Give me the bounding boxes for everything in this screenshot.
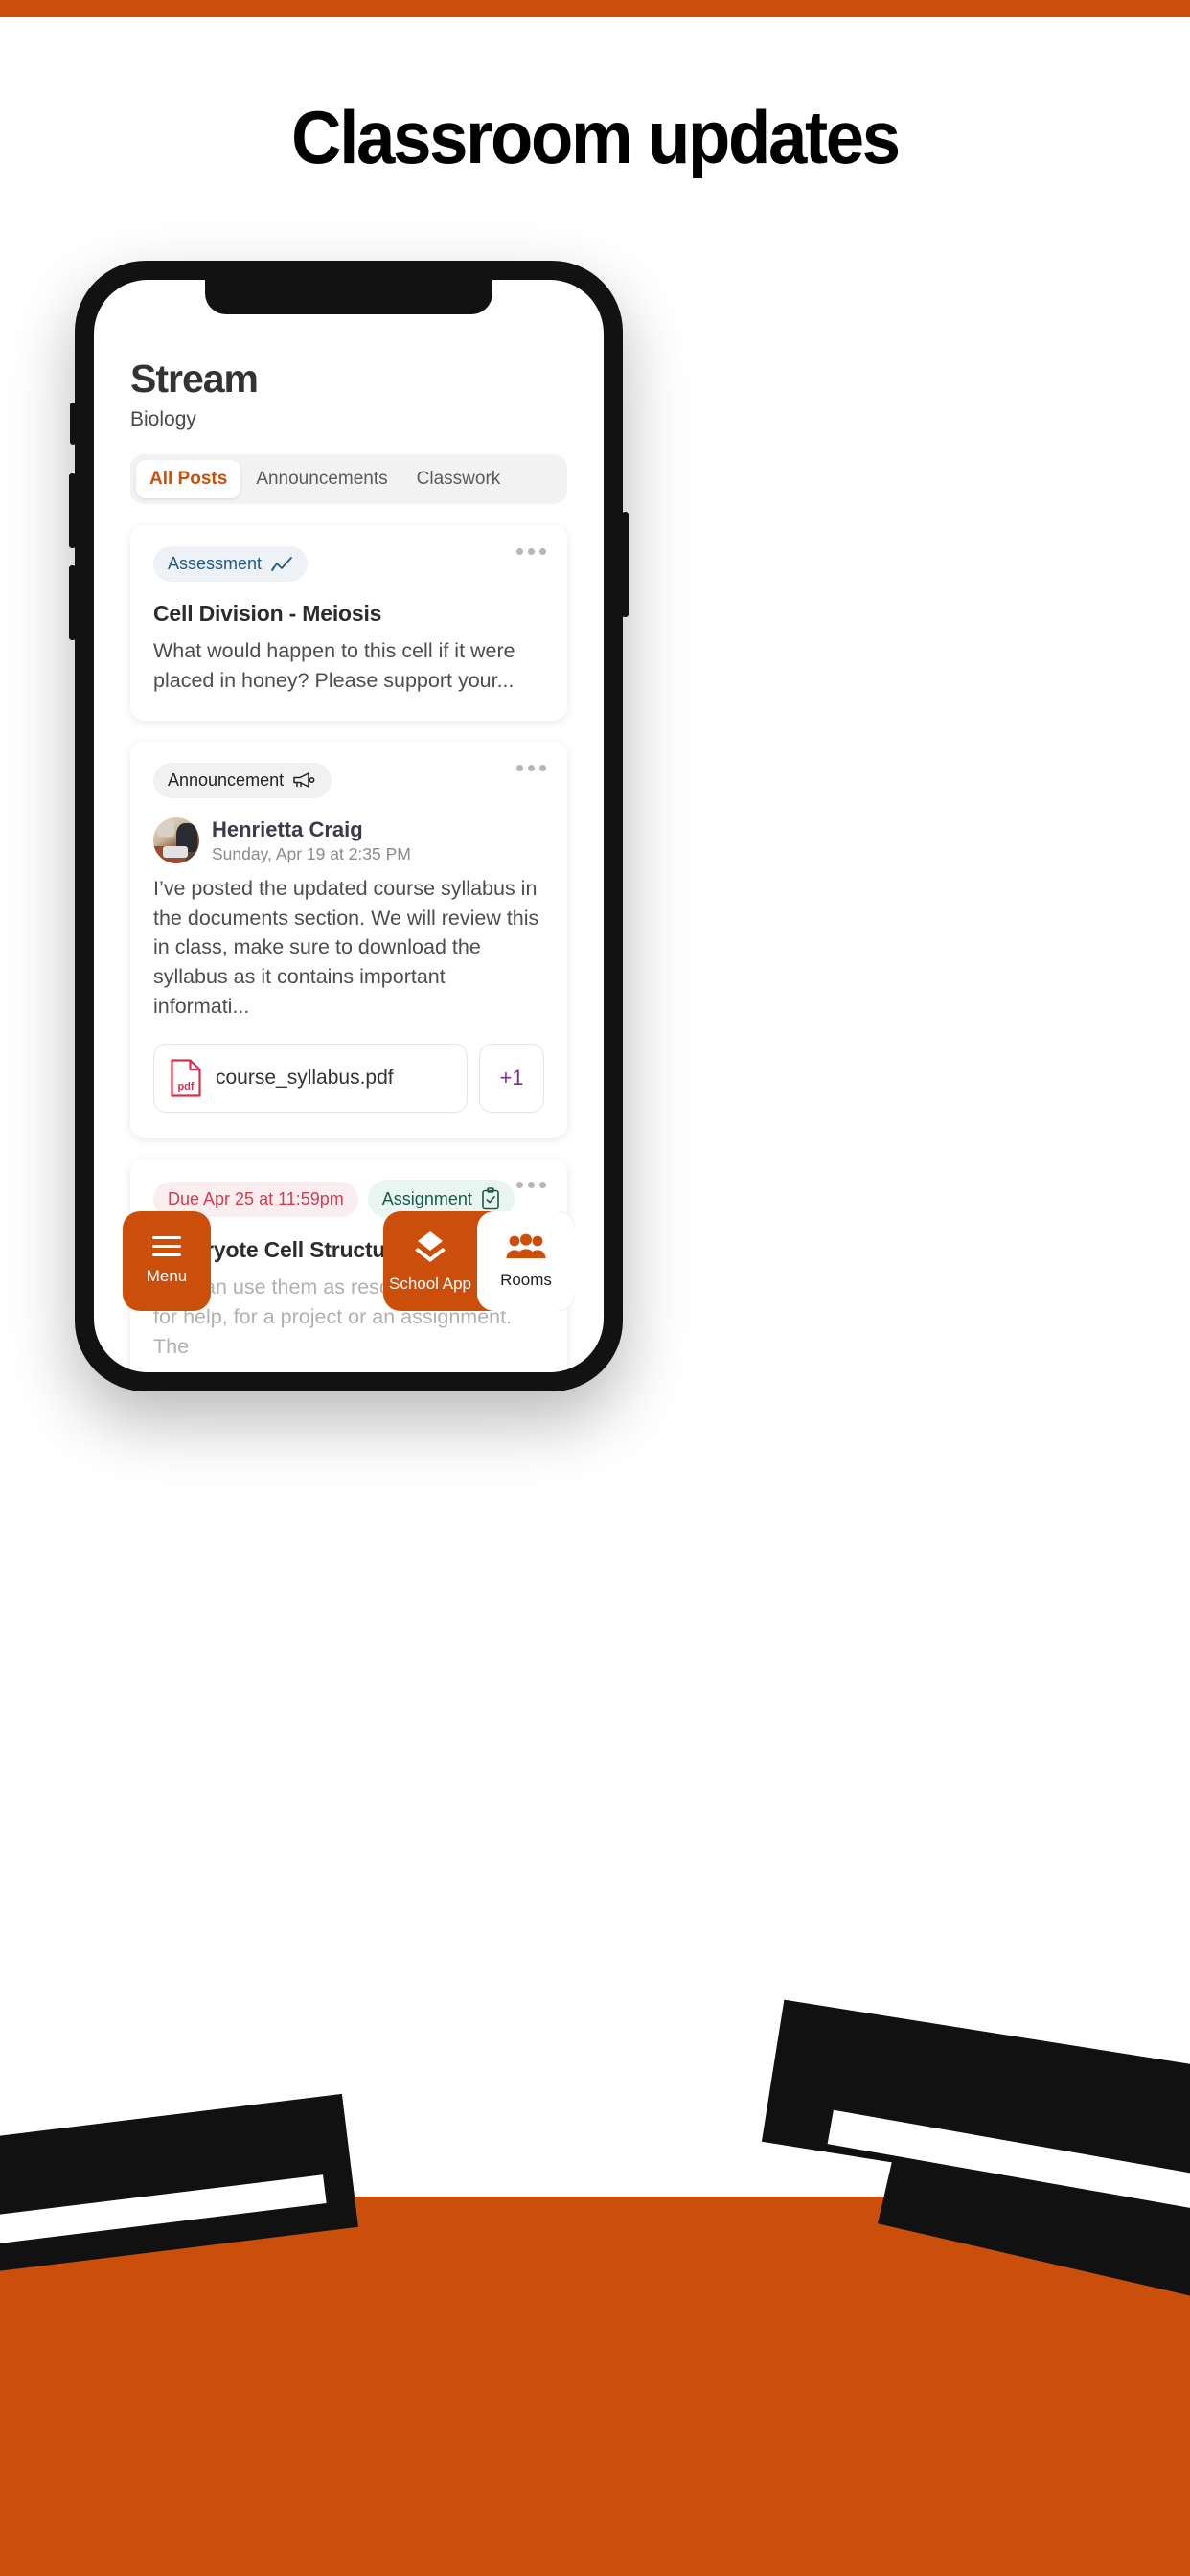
- course-name: Biology: [130, 408, 196, 431]
- author-name: Henrietta Craig: [212, 816, 363, 841]
- menu-button-label: Menu: [146, 1267, 188, 1285]
- phone-volume-up-button: [69, 473, 76, 548]
- school-app-label: School App: [388, 1274, 471, 1293]
- rooms-button[interactable]: Rooms: [477, 1211, 575, 1311]
- stream-header: Stream Biology: [94, 356, 604, 431]
- attachment-row: pdf course_syllabus.pdf +1: [153, 1044, 544, 1114]
- page-title: Stream: [130, 356, 259, 401]
- phone-notch: [205, 280, 492, 314]
- post-title: Cell Division - Meiosis: [153, 601, 382, 627]
- tab-announcements[interactable]: Announcements: [242, 460, 400, 498]
- rooms-label: Rooms: [500, 1270, 552, 1289]
- menu-button[interactable]: Menu: [123, 1211, 211, 1311]
- people-group-icon: [506, 1233, 546, 1262]
- post-card-announcement[interactable]: Announcement Henrietta Craig Sunday, Apr…: [130, 741, 567, 1138]
- status-badge-assessment: Assessment: [153, 546, 309, 583]
- status-badge-announcement: Announcement: [153, 762, 332, 798]
- badge-label: Announcement: [168, 770, 285, 790]
- post-timestamp: Sunday, Apr 19 at 2:35 PM: [212, 843, 411, 863]
- tab-classwork[interactable]: Classwork: [403, 460, 515, 498]
- more-options-icon[interactable]: [516, 764, 546, 771]
- more-options-icon[interactable]: [516, 548, 546, 556]
- attachment-more-count[interactable]: +1: [479, 1044, 544, 1114]
- badge-label: Assessment: [168, 554, 263, 574]
- avatar: [153, 817, 199, 864]
- floating-bottom-bar: Menu School App Rooms: [94, 1211, 604, 1311]
- more-options-icon[interactable]: [516, 1182, 546, 1189]
- megaphone-icon: [292, 771, 317, 789]
- attachment-file-name: course_syllabus.pdf: [216, 1067, 394, 1090]
- badge-label: Assignment: [381, 1188, 472, 1208]
- post-body: What would happen to this cell if it wer…: [153, 639, 515, 692]
- post-filter-tabs: All Posts Announcements Classwork: [130, 454, 567, 505]
- card-badges: Assessment: [153, 546, 544, 583]
- bottom-action-group: School App Rooms: [383, 1211, 575, 1311]
- clipboard-check-icon: [481, 1187, 500, 1210]
- phone-screen: Stream Biology All Posts Announcements C…: [94, 280, 604, 1372]
- svg-text:pdf: pdf: [177, 1081, 194, 1092]
- phone-mute-switch: [70, 402, 76, 445]
- pdf-file-icon: pdf: [170, 1058, 202, 1098]
- attachment-file[interactable]: pdf course_syllabus.pdf: [153, 1044, 468, 1114]
- school-app-button[interactable]: School App: [383, 1211, 477, 1311]
- trending-line-chart-icon: [270, 556, 293, 573]
- hamburger-icon: [152, 1236, 181, 1256]
- tab-all-posts[interactable]: All Posts: [136, 460, 241, 499]
- post-card-assessment[interactable]: Assessment Cell Division - Meiosis What …: [130, 525, 567, 721]
- app-root: Stream Biology All Posts Announcements C…: [94, 280, 604, 1372]
- phone-power-button: [622, 512, 629, 617]
- post-author-row: Henrietta Craig Sunday, Apr 19 at 2:35 P…: [153, 817, 544, 864]
- phone-mockup: Stream Biology All Posts Announcements C…: [69, 261, 629, 1392]
- layers-icon: [411, 1230, 449, 1266]
- post-body: I’ve posted the updated course syllabus …: [153, 876, 539, 1018]
- card-badges: Announcement: [153, 762, 544, 798]
- phone-volume-down-button: [69, 565, 76, 640]
- poster-headline: Classroom updates: [291, 95, 901, 179]
- top-accent-bar: [0, 0, 1190, 17]
- poster-canvas: Classroom updates Stream Biology All Pos…: [0, 0, 1190, 2576]
